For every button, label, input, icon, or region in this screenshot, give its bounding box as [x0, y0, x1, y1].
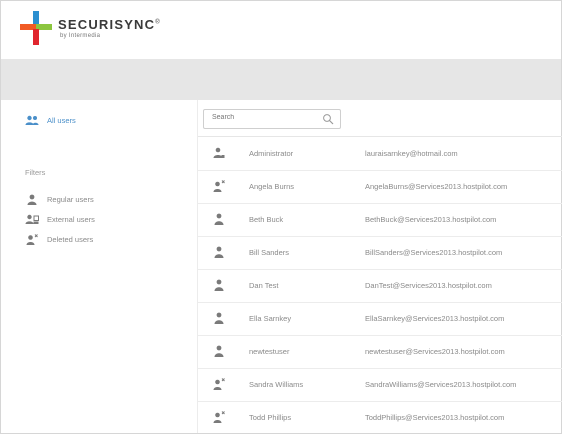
sidebar-item-label: All users — [47, 115, 76, 125]
sidebar-item-label: Deleted users — [47, 234, 94, 244]
search-box[interactable] — [203, 109, 341, 129]
users-list: Administrator lauraisarnkey@hotmail.com … — [198, 136, 562, 423]
user-icon — [214, 312, 224, 324]
table-row[interactable]: Dan Test DanTest@Services2013.hostpilot.… — [198, 269, 562, 303]
brand-subtitle: by Intermedia — [60, 33, 101, 39]
filters-heading: Filters — [25, 168, 46, 177]
securisync-logo-mark-icon — [20, 11, 52, 45]
toolbar-band — [1, 59, 561, 100]
table-row[interactable]: newtestuser newtestuser@Services2013.hos… — [198, 335, 562, 369]
user-name: Dan Test — [249, 281, 279, 290]
sidebar-item-deleted-users[interactable]: Deleted users — [25, 231, 93, 247]
admin-user-icon — [213, 147, 225, 158]
user-icon — [214, 213, 224, 225]
external-users-icon — [25, 213, 39, 225]
user-name: Todd Phillips — [249, 413, 292, 422]
user-name: Administrator — [249, 149, 294, 158]
user-email: newtestuser@Services2013.hostpilot.com — [365, 347, 505, 356]
app-header: SECURISYNC® by Intermedia — [1, 1, 561, 59]
sidebar: All users Filters Regular users External… — [1, 100, 197, 433]
user-email: EllaSarnkey@Services2013.hostpilot.com — [365, 314, 505, 323]
brand-name: SECURISYNC® — [58, 17, 161, 32]
sidebar-item-label: External users — [47, 214, 95, 224]
user-name: newtestuser — [249, 347, 290, 356]
deleted-user-icon — [213, 378, 225, 390]
table-row[interactable]: Angela Burns AngelaBurns@Services2013.ho… — [198, 170, 562, 204]
search-icon[interactable] — [322, 113, 334, 125]
deleted-user-icon — [213, 180, 225, 192]
search-input[interactable] — [210, 113, 314, 122]
user-email: BethBuck@Services2013.hostpilot.com — [365, 215, 497, 224]
user-name: Sandra Williams — [249, 380, 304, 389]
table-row[interactable]: Bill Sanders BillSanders@Services2013.ho… — [198, 236, 562, 270]
sidebar-item-label: Regular users — [47, 194, 94, 204]
users-panel: Administrator lauraisarnkey@hotmail.com … — [197, 100, 562, 433]
user-name: Beth Buck — [249, 215, 284, 224]
user-icon — [214, 345, 224, 357]
user-email: BillSanders@Services2013.hostpilot.com — [365, 248, 503, 257]
table-row[interactable]: Sandra Williams SandraWilliams@Services2… — [198, 368, 562, 402]
user-icon — [214, 279, 224, 291]
user-email: SandraWilliams@Services2013.hostpilot.co… — [365, 380, 517, 389]
user-name: Angela Burns — [249, 182, 295, 191]
deleted-user-icon — [25, 233, 39, 245]
user-name: Bill Sanders — [249, 248, 290, 257]
users-group-icon — [25, 114, 39, 126]
table-row[interactable]: Ella Sarnkey EllaSarnkey@Services2013.ho… — [198, 302, 562, 336]
table-row[interactable]: Administrator lauraisarnkey@hotmail.com — [198, 137, 562, 171]
user-email: ToddPhillips@Services2013.hostpilot.com — [365, 413, 505, 422]
securisync-logo[interactable]: SECURISYNC® by Intermedia — [20, 9, 180, 53]
user-email: DanTest@Services2013.hostpilot.com — [365, 281, 492, 290]
deleted-user-icon — [213, 411, 225, 423]
app-window: SECURISYNC® by Intermedia All users Filt… — [0, 0, 562, 434]
table-row[interactable]: Todd Phillips ToddPhillips@Services2013.… — [198, 401, 562, 434]
sidebar-item-regular-users[interactable]: Regular users — [25, 191, 94, 207]
sidebar-item-all-users[interactable]: All users — [25, 112, 76, 128]
user-email: AngelaBurns@Services2013.hostpilot.com — [365, 182, 508, 191]
user-email: lauraisarnkey@hotmail.com — [365, 149, 458, 158]
table-row[interactable]: Beth Buck BethBuck@Services2013.hostpilo… — [198, 203, 562, 237]
user-icon — [25, 193, 39, 205]
sidebar-item-external-users[interactable]: External users — [25, 211, 95, 227]
user-name: Ella Sarnkey — [249, 314, 292, 323]
user-icon — [214, 246, 224, 258]
